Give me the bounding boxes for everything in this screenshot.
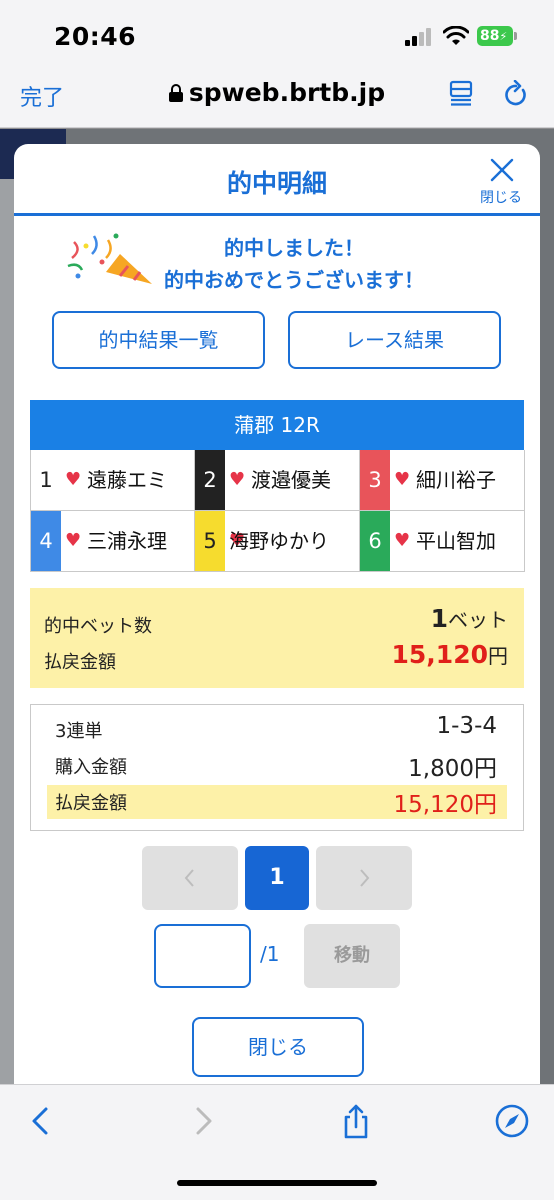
purchase-label: 購入金額 [55,757,127,778]
favorite-heart-icon[interactable]: ♥ [394,471,410,489]
url-text: spweb.brtb.jp [188,78,386,107]
winning-details-modal: 的中明細 閉じる 的中しました！ 的中おめでとうございます！ 的中結果一覧 レー… [14,144,540,1084]
detail-payout-value: 15,120円 [393,792,497,818]
next-page-button[interactable] [316,846,412,910]
favorite-heart-icon[interactable]: ♥ [65,532,81,550]
favorite-heart-icon[interactable]: ♥ [65,471,81,489]
detail-payout-label: 払戻金額 [55,793,127,814]
bet-detail-card: 3連単 1-3-4 購入金額 1,800円 払戻金額 15,120円 [30,704,524,831]
bet-type-row: 3連単 1-3-4 [47,713,507,747]
win-summary: 的中ベット数 1ベット 払戻金額 15,120円 [30,588,524,688]
player-number: 6 [360,511,390,571]
reader-mode-icon[interactable] [449,80,473,106]
race-title: 蒲郡 12R [30,400,524,450]
player-name: 渡邉優美 [251,468,331,492]
purchase-row: 購入金額 1,800円 [47,749,507,783]
results-list-button[interactable]: 的中結果一覧 [52,311,265,369]
modal-title: 的中明細 [226,169,327,198]
browser-top-bar: 20:46 88⚡ 完了 spweb.brtb.jp [0,0,554,128]
player-cell: 4 ♥ 三浦永理 [31,511,195,572]
player-name: 海野ゆかり [229,529,329,553]
favorite-heart-icon[interactable]: ♥ [394,532,410,550]
status-time: 20:46 [54,22,137,51]
wifi-icon [443,26,469,45]
player-cell: 2 ♥ 渡邉優美 [195,450,360,511]
share-icon[interactable] [338,1103,374,1139]
race-results-button[interactable]: レース結果 [288,311,501,369]
chevron-right-icon [360,869,370,887]
bet-type-label: 3連単 [55,721,103,742]
player-number: 2 [195,450,225,510]
congrats-message: 的中しました！ 的中おめでとうございます！ [134,232,454,296]
player-cell: 1 ♥ 遠藤エミ [31,450,195,511]
close-label[interactable]: 閉じる [480,187,522,207]
payout-total: 15,120円 [392,640,508,669]
close-button[interactable]: 閉じる [192,1017,364,1077]
purchase-value: 1,800円 [408,756,497,782]
player-name: 三浦永理 [87,529,167,553]
battery-level: 88 [480,28,500,44]
home-indicator [177,1180,377,1186]
battery-icon: 88⚡ [477,26,517,46]
forward-icon[interactable] [184,1103,220,1139]
player-name: 遠藤エミ [87,468,167,492]
player-number: 5 [195,511,225,571]
bet-count-label: 的中ベット数 [44,616,152,637]
detail-payout-row: 払戻金額 15,120円 [47,785,507,819]
prev-page-button[interactable] [142,846,238,910]
player-grid: 1 ♥ 遠藤エミ 2 ♥ 渡邉優美 3 ♥ 細川裕子 4 ♥ 三浦永理 5 ♥ … [30,450,525,572]
player-number: 1 [31,450,61,510]
page-number-input[interactable] [154,924,251,988]
player-name: 細川裕子 [416,468,496,492]
favorite-heart-icon[interactable]: ♥ [229,471,245,489]
bet-count: 1ベット [431,604,508,633]
payout-value: 15,120 [391,640,488,669]
bet-count-unit: ベット [448,608,508,632]
player-cell: 5 ♥ 海野ゆかり [195,511,360,572]
bet-count-value: 1 [430,604,448,633]
lock-icon [168,84,183,102]
payout-unit: 円 [488,644,508,668]
congrats-line-1: 的中しました！ [224,236,364,260]
player-number: 3 [360,450,390,510]
modal-header: 的中明細 閉じる [14,144,540,216]
player-number: 4 [31,511,61,571]
payout-label: 払戻金額 [44,652,116,673]
go-button[interactable]: 移動 [304,924,400,988]
reload-icon[interactable] [503,80,529,108]
bet-type-value: 1-3-4 [436,713,498,739]
current-page-button[interactable]: 1 [245,846,309,910]
player-name: 平山智加 [416,529,496,553]
congrats-line-2: 的中おめでとうございます！ [164,268,424,292]
compass-icon[interactable] [494,1103,530,1139]
chevron-left-icon [184,869,194,887]
total-pages: /1 [260,942,280,966]
player-cell: 3 ♥ 細川裕子 [360,450,525,511]
player-cell: 6 ♥ 平山智加 [360,511,525,572]
close-icon[interactable] [490,158,514,182]
cellular-signal-icon [405,28,433,46]
back-icon[interactable] [24,1103,60,1139]
